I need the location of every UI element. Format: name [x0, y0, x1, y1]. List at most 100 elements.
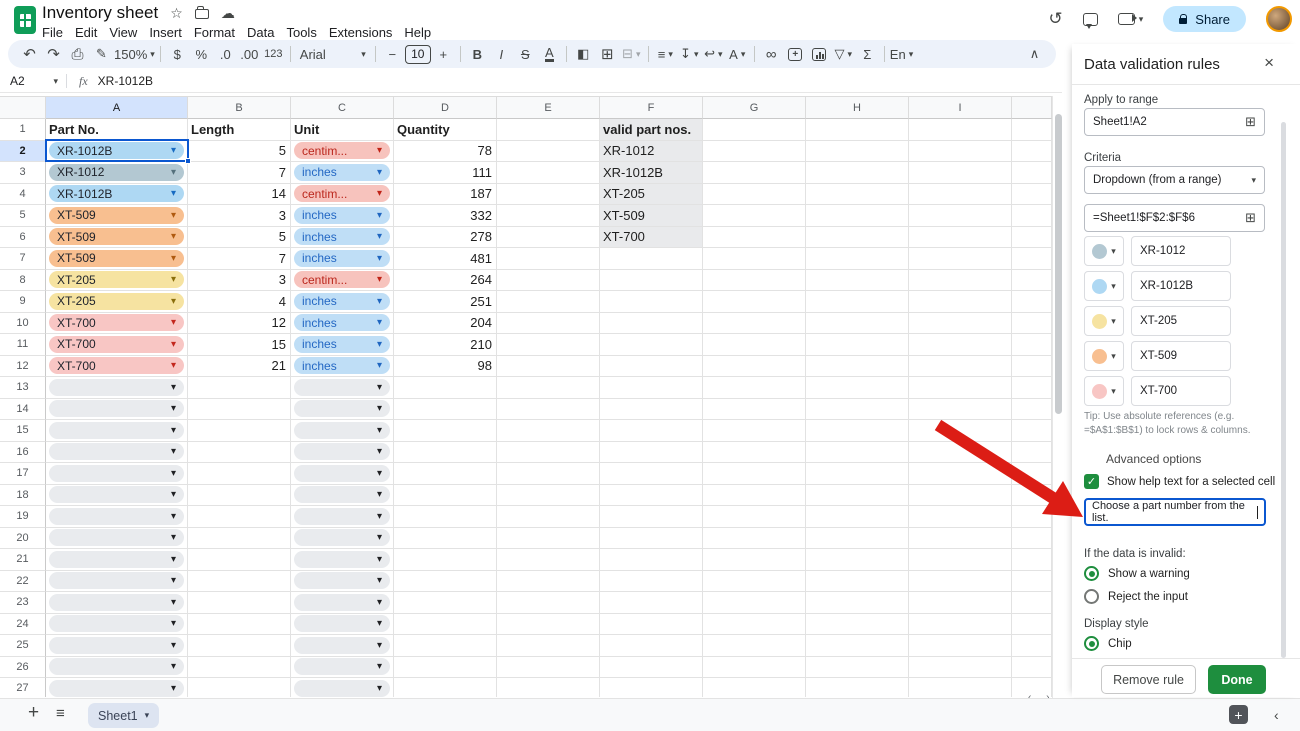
row-header-3[interactable]: 3 — [0, 162, 46, 184]
increase-font-size-icon[interactable]: + — [432, 43, 455, 65]
cell-A4[interactable]: XR-1012B▾ — [46, 184, 188, 206]
dropdown-chip[interactable]: inches▾ — [294, 164, 390, 181]
format-currency-icon[interactable]: $ — [166, 43, 189, 65]
cell-H2[interactable] — [806, 141, 909, 163]
cell-A16[interactable]: ▾ — [46, 442, 188, 464]
cell-D4[interactable]: 187 — [394, 184, 497, 206]
row-header-22[interactable]: 22 — [0, 571, 46, 593]
cell-E4[interactable] — [497, 184, 600, 206]
cell-D22[interactable] — [394, 571, 497, 593]
cell-B5[interactable]: 3 — [188, 205, 291, 227]
cell-H18[interactable] — [806, 485, 909, 507]
undo-icon[interactable]: ↶ — [18, 43, 41, 65]
font-size-input[interactable]: 10 — [405, 45, 431, 64]
row-header-2[interactable]: 2 — [0, 141, 46, 163]
insert-chart-icon[interactable] — [808, 43, 831, 65]
cell-C26[interactable]: ▾ — [291, 657, 394, 679]
cell-D20[interactable] — [394, 528, 497, 550]
text-wrap-icon[interactable]: ↩▾ — [702, 43, 725, 65]
vertical-scrollbar-thumb[interactable] — [1055, 114, 1062, 414]
dropdown-chip[interactable]: ▾ — [49, 465, 184, 482]
cell-D15[interactable] — [394, 420, 497, 442]
collapse-panel-icon[interactable]: ‹ — [1274, 707, 1279, 723]
cell-A8[interactable]: XT-205▾ — [46, 270, 188, 292]
cell-E26[interactable] — [497, 657, 600, 679]
dropdown-chip[interactable]: ▾ — [294, 508, 390, 525]
cell-G16[interactable] — [703, 442, 806, 464]
cell-C24[interactable]: ▾ — [291, 614, 394, 636]
cell-x26[interactable] — [1012, 657, 1052, 679]
column-header-H[interactable]: H — [806, 96, 909, 119]
cell-x24[interactable] — [1012, 614, 1052, 636]
cell-I25[interactable] — [909, 635, 1012, 657]
cell-G20[interactable] — [703, 528, 806, 550]
cell-C3[interactable]: inches▾ — [291, 162, 394, 184]
format-percent-icon[interactable]: % — [190, 43, 213, 65]
cell-B9[interactable]: 4 — [188, 291, 291, 313]
cell-x14[interactable] — [1012, 399, 1052, 421]
cell-x19[interactable] — [1012, 506, 1052, 528]
cell-E10[interactable] — [497, 313, 600, 335]
dropdown-chip[interactable]: XT-509▾ — [49, 207, 184, 224]
checkbox-checked-icon[interactable]: ✓ — [1084, 474, 1099, 489]
dropdown-chip[interactable]: XR-1012▾ — [49, 164, 184, 181]
cell-x4[interactable] — [1012, 184, 1052, 206]
dropdown-chip[interactable]: ▾ — [294, 379, 390, 396]
cell-E13[interactable] — [497, 377, 600, 399]
dropdown-chip[interactable]: XR-1012B▾ — [49, 185, 184, 202]
cell-E18[interactable] — [497, 485, 600, 507]
insert-comment-icon[interactable]: + — [784, 43, 807, 65]
cell-H19[interactable] — [806, 506, 909, 528]
cell-B12[interactable]: 21 — [188, 356, 291, 378]
cell-B6[interactable]: 5 — [188, 227, 291, 249]
cell-F9[interactable] — [600, 291, 703, 313]
dropdown-chip[interactable]: inches▾ — [294, 314, 390, 331]
cell-E24[interactable] — [497, 614, 600, 636]
row-header-1[interactable]: 1 — [0, 119, 46, 141]
cell-x2[interactable] — [1012, 141, 1052, 163]
dropdown-chip[interactable]: ▾ — [294, 594, 390, 611]
cell-I19[interactable] — [909, 506, 1012, 528]
paint-format-icon[interactable]: ✎ — [90, 43, 113, 65]
cell-E19[interactable] — [497, 506, 600, 528]
cell-A10[interactable]: XT-700▾ — [46, 313, 188, 335]
dropdown-chip[interactable]: ▾ — [294, 637, 390, 654]
dropdown-chip[interactable]: ▾ — [49, 422, 184, 439]
cell-A25[interactable]: ▾ — [46, 635, 188, 657]
row-header-7[interactable]: 7 — [0, 248, 46, 270]
cell-F11[interactable] — [600, 334, 703, 356]
cell-A17[interactable]: ▾ — [46, 463, 188, 485]
dropdown-chip[interactable]: ▾ — [294, 465, 390, 482]
cell-H5[interactable] — [806, 205, 909, 227]
cell-E7[interactable] — [497, 248, 600, 270]
column-header-D[interactable]: D — [394, 96, 497, 119]
cell-H16[interactable] — [806, 442, 909, 464]
dropdown-chip[interactable]: ▾ — [294, 658, 390, 675]
cell-G19[interactable] — [703, 506, 806, 528]
cell-G10[interactable] — [703, 313, 806, 335]
cell-C10[interactable]: inches▾ — [291, 313, 394, 335]
dropdown-chip[interactable]: XT-700▾ — [49, 357, 184, 374]
cell-A15[interactable]: ▾ — [46, 420, 188, 442]
help-text-input[interactable]: Choose a part number from the list. — [1084, 498, 1266, 526]
cell-F3[interactable]: XR-1012B — [600, 162, 703, 184]
column-header-A[interactable]: A — [46, 96, 188, 119]
menu-edit[interactable]: Edit — [69, 24, 103, 41]
dropdown-chip[interactable]: ▾ — [49, 529, 184, 546]
cell-B10[interactable]: 12 — [188, 313, 291, 335]
decrease-decimal-icon[interactable]: .0 — [214, 43, 237, 65]
dropdown-chip[interactable]: XR-1012B▾ — [49, 142, 184, 159]
menu-data[interactable]: Data — [241, 24, 280, 41]
text-rotation-icon[interactable]: A▾ — [726, 43, 749, 65]
cell-H13[interactable] — [806, 377, 909, 399]
cell-C9[interactable]: inches▾ — [291, 291, 394, 313]
cell-D9[interactable]: 251 — [394, 291, 497, 313]
cell-H17[interactable] — [806, 463, 909, 485]
cell-G13[interactable] — [703, 377, 806, 399]
cell-B21[interactable] — [188, 549, 291, 571]
cell-E1[interactable] — [497, 119, 600, 141]
cell-B23[interactable] — [188, 592, 291, 614]
cell-A23[interactable]: ▾ — [46, 592, 188, 614]
cell-D12[interactable]: 98 — [394, 356, 497, 378]
cell-E9[interactable] — [497, 291, 600, 313]
